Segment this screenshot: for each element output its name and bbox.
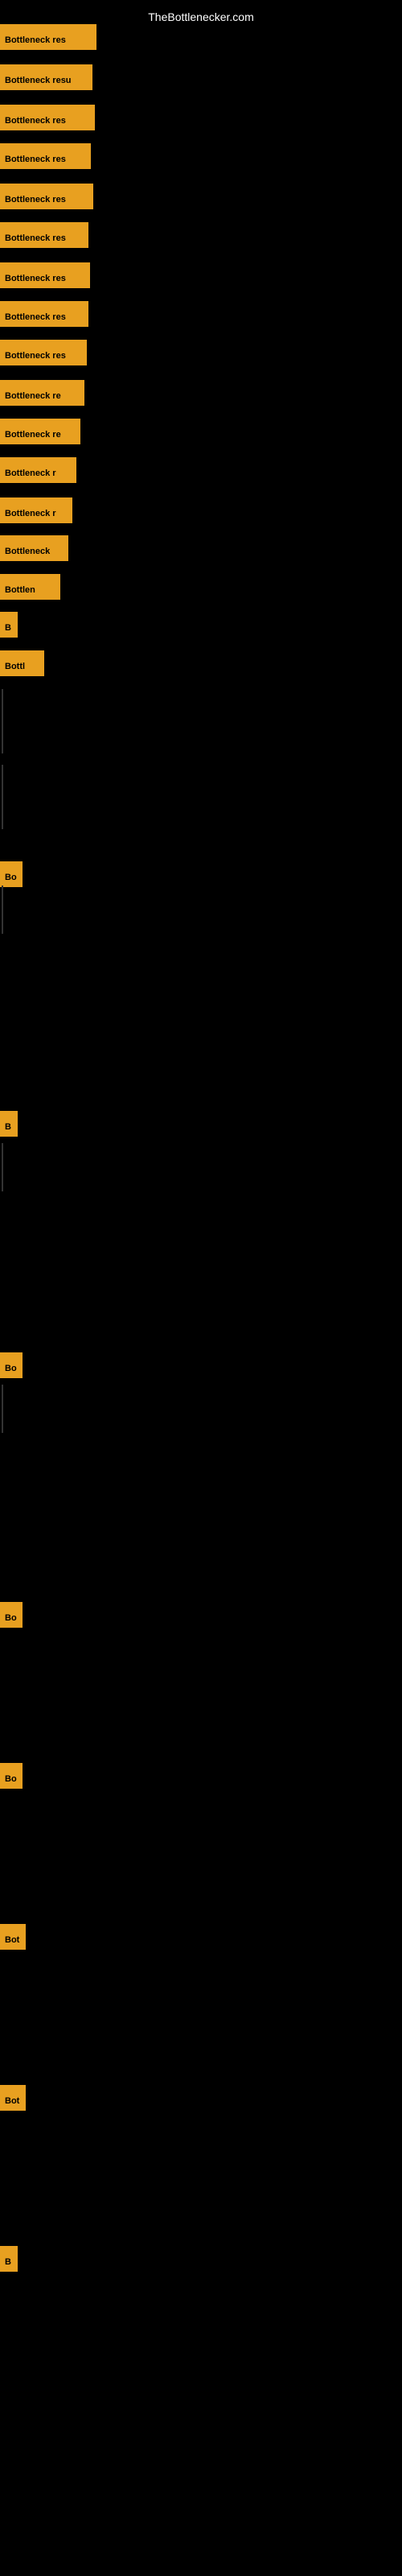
- bottleneck-item-9[interactable]: Bottleneck res: [0, 340, 87, 365]
- bottleneck-item-2[interactable]: Bottleneck resu: [0, 64, 92, 90]
- bottleneck-item-14[interactable]: Bottleneck: [0, 535, 68, 561]
- bottleneck-item-24[interactable]: Bot: [0, 2085, 26, 2111]
- bottleneck-item-23[interactable]: Bot: [0, 1924, 26, 1950]
- bottleneck-item-8[interactable]: Bottleneck res: [0, 301, 88, 327]
- vertical-line-4: [2, 1143, 3, 1191]
- bottleneck-item-19[interactable]: B: [0, 1111, 18, 1137]
- bottleneck-item-17[interactable]: Bottl: [0, 650, 44, 676]
- bottleneck-item-15[interactable]: Bottlen: [0, 574, 60, 600]
- bottleneck-item-16[interactable]: B: [0, 612, 18, 638]
- vertical-line-1: [2, 689, 3, 753]
- bottleneck-item-18[interactable]: Bo: [0, 861, 23, 887]
- bottleneck-item-11[interactable]: Bottleneck re: [0, 419, 80, 444]
- bottleneck-item-21[interactable]: Bo: [0, 1602, 23, 1628]
- bottleneck-item-25[interactable]: B: [0, 2246, 18, 2272]
- bottleneck-item-13[interactable]: Bottleneck r: [0, 497, 72, 523]
- bottleneck-item-6[interactable]: Bottleneck res: [0, 222, 88, 248]
- vertical-line-2: [2, 765, 3, 829]
- bottleneck-item-12[interactable]: Bottleneck r: [0, 457, 76, 483]
- bottleneck-item-4[interactable]: Bottleneck res: [0, 143, 91, 169]
- bottleneck-item-10[interactable]: Bottleneck re: [0, 380, 84, 406]
- vertical-line-5: [2, 1385, 3, 1433]
- bottleneck-item-1[interactable]: Bottleneck res: [0, 24, 96, 50]
- bottleneck-item-7[interactable]: Bottleneck res: [0, 262, 90, 288]
- bottleneck-item-3[interactable]: Bottleneck res: [0, 105, 95, 130]
- bottleneck-item-22[interactable]: Bo: [0, 1763, 23, 1789]
- vertical-line-3: [2, 886, 3, 934]
- bottleneck-item-5[interactable]: Bottleneck res: [0, 184, 93, 209]
- bottleneck-item-20[interactable]: Bo: [0, 1352, 23, 1378]
